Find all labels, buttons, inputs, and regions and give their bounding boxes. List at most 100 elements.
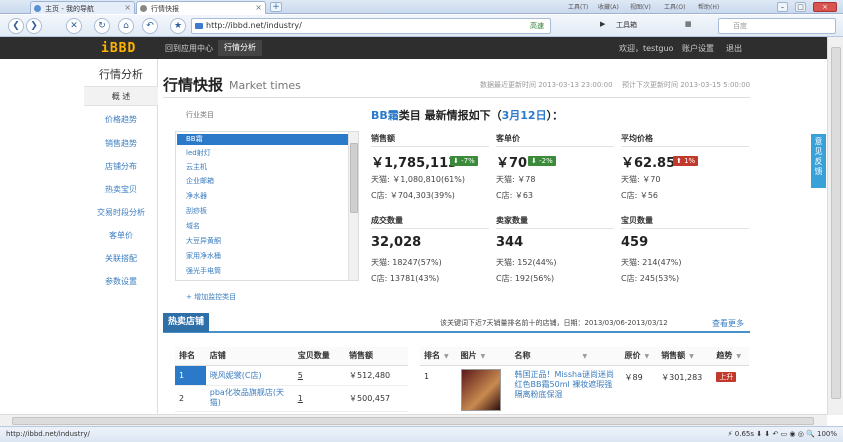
category-item[interactable]: 域名 <box>177 221 349 232</box>
sort-icon[interactable]: ▼ <box>689 353 694 360</box>
category-item[interactable]: 家用净水桶 <box>177 251 349 262</box>
grid-icon[interactable]: ▦ <box>685 20 692 28</box>
menu-item[interactable]: 视图(V) <box>630 2 651 11</box>
tab-market[interactable]: 行情快报 × <box>136 1 266 14</box>
close-icon[interactable]: × <box>255 3 262 12</box>
hot-stores-tag: 热卖店铺 <box>163 313 210 332</box>
column-header[interactable]: 排名 <box>175 347 206 366</box>
sort-icon[interactable]: ▼ <box>583 353 588 360</box>
status-speed: 0.65s <box>734 430 755 438</box>
speed-icon: ⚡ <box>727 430 733 438</box>
item-count-link[interactable]: 1 <box>293 385 346 412</box>
menu-item[interactable]: 收藏(A) <box>598 2 619 11</box>
scroll-thumb[interactable] <box>12 417 814 425</box>
next-update-time: 预计下次更新时间 2013-03-15 5:00:00 <box>622 81 751 89</box>
category-item[interactable]: led射灯 <box>177 148 349 159</box>
sidebar-item-price-trend[interactable]: 价格趋势 <box>84 110 158 130</box>
favorite-icon[interactable]: ★ <box>170 18 186 34</box>
sidebar-item-overview[interactable]: 概 述 <box>84 86 158 106</box>
column-header[interactable]: 排名 ▼ <box>420 347 457 366</box>
close-window-icon[interactable]: × <box>813 2 837 12</box>
column-header[interactable]: 趋势 ▼ <box>712 347 749 366</box>
zoom-level[interactable]: 100% <box>817 430 837 438</box>
metric-value: ￥70 <box>496 156 528 171</box>
menu-item[interactable]: 工具(T) <box>568 2 588 11</box>
category-item[interactable]: BB霜 <box>177 134 349 145</box>
product-image[interactable] <box>460 369 501 411</box>
table-row[interactable]: 2 pba化妆品旗舰店(天猫) 1 ￥500,457 <box>175 385 408 412</box>
table-header-row: 排名 店铺 宝贝数量 销售额 <box>175 347 408 366</box>
store-table: 排名 店铺 宝贝数量 销售额 1 晓风妮裳(C店) 5 ￥512,480 2 p… <box>175 347 408 412</box>
menu-item[interactable]: 帮助(H) <box>698 2 719 11</box>
home-icon[interactable]: ⌂ <box>118 18 134 34</box>
sidebar-item-settings[interactable]: 参数设置 <box>84 272 158 292</box>
category-item[interactable]: 强光手电筒 <box>177 266 349 277</box>
store-link[interactable]: pba化妆品旗舰店(天猫) <box>205 385 294 412</box>
category-item[interactable]: 云主机 <box>177 162 349 173</box>
rank-cell: 1 <box>420 365 457 416</box>
toolbox-label[interactable]: 工具箱 <box>616 20 637 30</box>
forward-icon[interactable]: ❯ <box>26 18 42 34</box>
site-logo[interactable]: iBBD <box>101 41 136 56</box>
sidebar-item-hot-items[interactable]: 热卖宝贝 <box>84 180 158 200</box>
column-header[interactable]: 宝贝数量 <box>293 347 346 366</box>
category-list[interactable]: BB霜 led射灯 云主机 企业邮箱 净水器 刮痧板 域名 大豆异黄酮 家用净水… <box>175 131 359 281</box>
sidebar-item-unit-price[interactable]: 客单价 <box>84 226 158 246</box>
item-count-link[interactable]: 5 <box>293 365 346 386</box>
tab-home[interactable]: 主页 - 我的导航 × <box>30 1 135 14</box>
view-more-link[interactable]: 查看更多 <box>712 318 744 329</box>
add-category-link[interactable]: + 增加监控类目 <box>186 292 236 302</box>
product-name-link[interactable]: 韩国正品！Missha谜尚迷尚红色BB霜50ml 裸妆遮瑕强 隔离粉底保湿 <box>510 365 621 416</box>
new-tab-button[interactable]: + <box>270 2 282 12</box>
sort-icon[interactable]: ▼ <box>481 353 486 360</box>
metric-label: 平均价格 <box>621 134 653 143</box>
sort-icon[interactable]: ▼ <box>736 353 741 360</box>
table-row[interactable]: 1 晓风妮裳(C店) 5 ￥512,480 <box>175 365 408 386</box>
category-item[interactable]: 企业邮箱 <box>177 176 349 187</box>
feedback-tab[interactable]: 意见反馈 <box>811 134 826 188</box>
account-settings-link[interactable]: 账户设置 <box>682 43 714 54</box>
play-icon[interactable]: ▶ <box>600 20 605 28</box>
stop-icon[interactable]: ✕ <box>66 18 82 34</box>
sidebar-item-store-distribution[interactable]: 店铺分布 <box>84 157 158 177</box>
column-header[interactable]: 销售额 ▼ <box>657 347 713 366</box>
sidebar-item-time-analysis[interactable]: 交易时段分析 <box>84 203 158 223</box>
sort-icon[interactable]: ▼ <box>645 353 650 360</box>
page-horizontal-scrollbar[interactable] <box>0 414 827 426</box>
sidebar-item-sales-trend[interactable]: 销售趋势 <box>84 134 158 154</box>
rank-cell: 2 <box>175 385 206 412</box>
logout-link[interactable]: 退出 <box>726 43 742 54</box>
menu-item[interactable]: 工具(O) <box>664 2 685 11</box>
column-header[interactable]: 店铺 <box>205 347 294 366</box>
address-bar[interactable]: http://ibbd.net/industry/ 高速 <box>191 18 551 34</box>
column-header[interactable]: 销售额 <box>345 347 408 366</box>
search-input[interactable]: 百度 <box>718 18 836 34</box>
category-scrollbar[interactable] <box>348 132 358 280</box>
refresh-icon[interactable]: ↻ <box>94 18 110 34</box>
scroll-thumb[interactable] <box>831 47 841 399</box>
scroll-thumb[interactable] <box>350 143 358 213</box>
sort-icon[interactable]: ▼ <box>444 353 449 360</box>
sidebar-item-related-match[interactable]: 关联搭配 <box>84 249 158 269</box>
column-header[interactable]: 原价 ▼ <box>620 347 658 366</box>
store-link[interactable]: 晓风妮裳(C店) <box>205 365 294 386</box>
column-header[interactable]: 图片 ▼ <box>456 347 511 366</box>
close-icon[interactable]: × <box>124 3 131 12</box>
column-header[interactable]: 名称 ▼ <box>510 347 621 366</box>
category-item[interactable]: 大豆异黄酮 <box>177 236 349 247</box>
back-icon[interactable]: ❮ <box>8 18 24 34</box>
category-item[interactable]: 刮痧板 <box>177 206 349 217</box>
page-vertical-scrollbar[interactable] <box>827 37 843 415</box>
nav-app-center[interactable]: 回到应用中心 <box>165 43 213 54</box>
undo-icon[interactable]: ↶ <box>142 18 158 34</box>
minimize-icon[interactable]: – <box>777 2 788 12</box>
download-icon[interactable]: ⬇ ⬇ ↶ ▭ ◉ ◎ 🔍 <box>756 430 817 438</box>
image-cell[interactable] <box>456 365 511 416</box>
category-item[interactable]: 净水器 <box>177 191 349 202</box>
page-title: 行情快报 <box>163 76 224 94</box>
metric-value: 344 <box>496 235 524 250</box>
table-row[interactable]: 1 韩国正品！Missha谜尚迷尚红色BB霜50ml 裸妆遮瑕强 隔离粉底保湿 … <box>420 365 749 416</box>
nav-market-analysis[interactable]: 行情分析 <box>218 40 262 56</box>
maximize-icon[interactable]: □ <box>795 2 806 12</box>
metric-cstore: C店: 13781(43%) <box>371 274 440 283</box>
